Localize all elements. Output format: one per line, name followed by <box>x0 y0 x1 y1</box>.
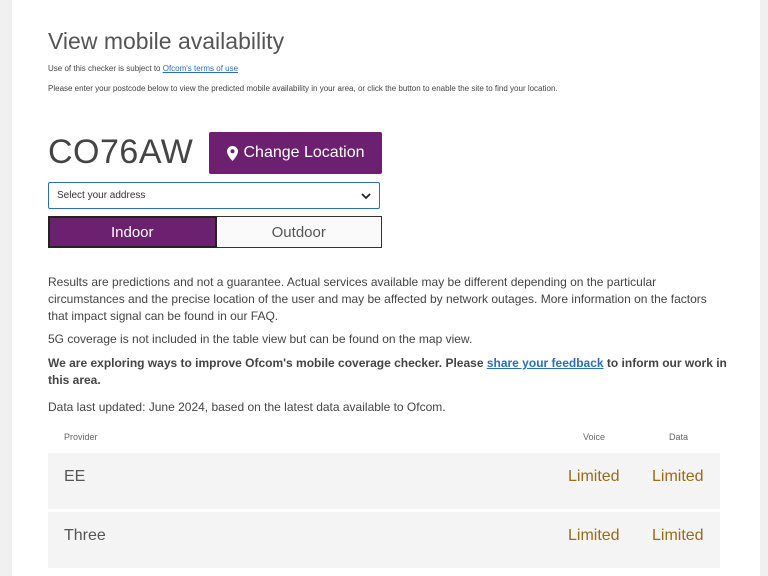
table-header: Provider Voice Data <box>48 426 720 450</box>
data-status: Limited <box>652 468 704 485</box>
postcode-display: CO76AW <box>48 133 194 171</box>
voice-status: Limited <box>568 527 620 544</box>
data-column-header: Data <box>669 432 689 442</box>
table-row: Three Limited Limited <box>48 509 720 568</box>
page-title: View mobile availability <box>48 28 285 54</box>
indoor-outdoor-toggle: Indoor Outdoor <box>48 216 382 248</box>
data-status: Limited <box>652 527 704 544</box>
indoor-toggle-button[interactable]: Indoor <box>48 216 217 248</box>
change-location-button[interactable]: Change Location <box>209 132 382 174</box>
table-row: EE Limited Limited <box>48 450 720 509</box>
provider-name: EE <box>64 468 86 485</box>
map-pin-icon <box>226 145 238 161</box>
page-panel: View mobile availability Use of this che… <box>12 0 760 576</box>
voice-status: Limited <box>568 468 620 485</box>
share-feedback-link[interactable]: share your feedback <box>487 356 604 370</box>
terms-notice: Use of this checker is subject to Ofcom'… <box>48 64 238 73</box>
five-g-note: 5G coverage is not included in the table… <box>48 332 473 346</box>
address-select[interactable]: Select your address <box>48 182 380 209</box>
address-select-value: Select your address <box>57 190 146 201</box>
coverage-table: Provider Voice Data EE Limited Limited T… <box>48 426 720 568</box>
provider-column-header: Provider <box>64 432 98 442</box>
feedback-prefix: We are exploring ways to improve Ofcom's… <box>48 356 487 370</box>
data-updated-text: Data last updated: June 2024, based on t… <box>48 400 446 414</box>
chevron-down-icon <box>361 192 371 200</box>
feedback-notice: We are exploring ways to improve Ofcom's… <box>48 355 728 389</box>
terms-prefix: Use of this checker is subject to <box>48 64 163 73</box>
voice-column-header: Voice <box>583 432 606 442</box>
provider-name: Three <box>64 527 106 544</box>
intro-text: Please enter your postcode below to view… <box>48 84 558 93</box>
disclaimer-text: Results are predictions and not a guaran… <box>48 275 707 323</box>
change-location-label: Change Location <box>243 144 365 161</box>
outdoor-toggle-button[interactable]: Outdoor <box>216 216 382 248</box>
terms-link[interactable]: Ofcom's terms of use <box>163 64 238 73</box>
